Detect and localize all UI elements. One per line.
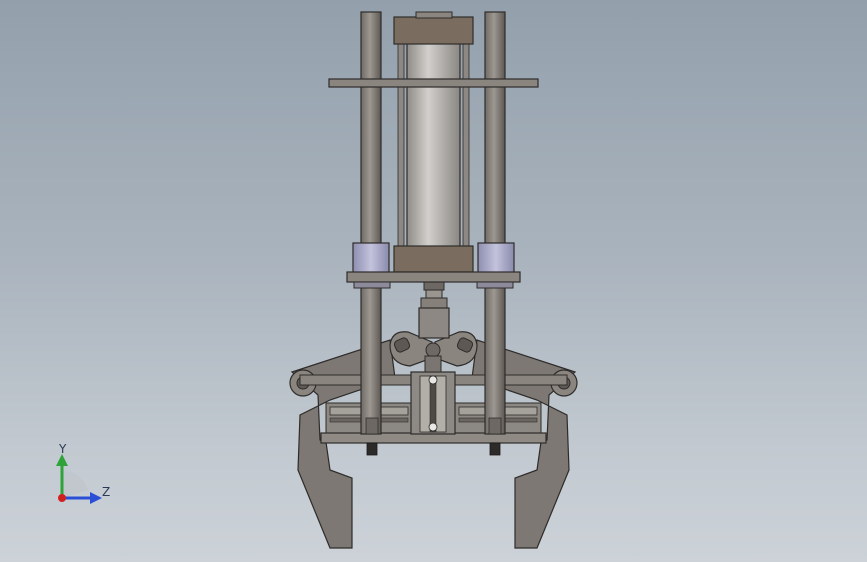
right-linear-bushing [477,242,515,274]
cylinder-rear-cap[interactable] [393,16,474,45]
right-guide-rod[interactable] [484,11,506,435]
gripper-assembly-model[interactable] [0,0,867,562]
center-guide-block [410,371,456,435]
cylinder-front-cap[interactable] [393,245,474,273]
right-screw-head [489,442,501,456]
toggle-pivot-pin [425,342,441,358]
left-guide-rod[interactable] [360,11,382,435]
middle-plate[interactable] [346,271,521,283]
top-plate[interactable] [328,78,539,88]
cylinder-port [415,11,453,19]
right-bushing-flange [476,281,514,289]
z-axis-label: Z [102,485,111,499]
y-axis-label: Y [59,442,67,456]
left-linear-bushing [352,242,390,274]
x-axis-dot [58,494,66,502]
left-screw-head [366,442,378,456]
left-bushing-flange [353,281,391,289]
tie-rod-left [397,37,405,247]
clevis [424,355,442,373]
right-rod-nut [488,417,502,435]
coordinate-triad: Y Z [48,440,118,510]
left-rod-nut [365,417,379,435]
piston-rod-coupler [418,281,450,339]
air-cylinder-barrel[interactable] [406,39,461,249]
tie-rod-right [462,37,470,247]
graphics-viewport[interactable]: Y Z [0,0,867,562]
